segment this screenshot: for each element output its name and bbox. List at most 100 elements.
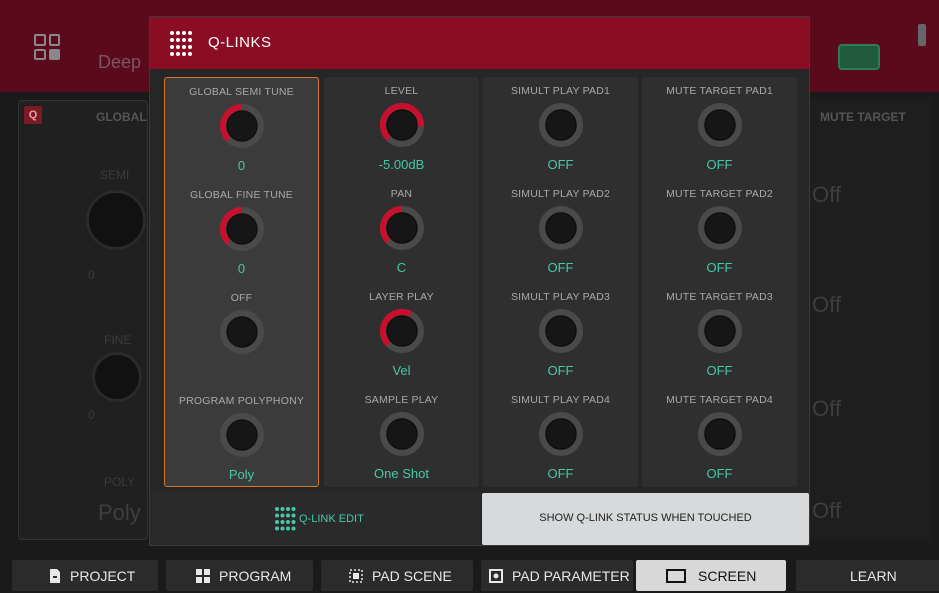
qlink-knob-cap: [226, 316, 257, 348]
qlink-knob-cap: [386, 418, 417, 450]
qlink-knob[interactable]: [218, 411, 266, 459]
qlink-knob[interactable]: [537, 307, 585, 355]
tab-pad-scene[interactable]: PAD SCENE: [321, 560, 473, 591]
qlink-parameter-value: One Shot: [374, 466, 429, 481]
qlink-knob[interactable]: [696, 307, 744, 355]
qlink-knob[interactable]: [218, 102, 266, 150]
tab-program[interactable]: PROGRAM: [166, 560, 313, 591]
show-qlink-status-toggle[interactable]: SHOW Q-LINK STATUS WHEN TOUCHED: [482, 493, 809, 545]
qlink-knob-cell[interactable]: MUTE TARGET PAD2 OFF: [642, 180, 797, 283]
qlink-knob[interactable]: [378, 307, 426, 355]
background-fine-label: FINE: [104, 333, 132, 347]
program-icon: [196, 569, 210, 583]
tab-project[interactable]: PROJECT: [12, 560, 158, 591]
tab-project-label: PROJECT: [70, 568, 136, 584]
tab-pad-parameter[interactable]: PAD PARAMETER: [481, 560, 633, 591]
qlink-knob-cell[interactable]: GLOBAL FINE TUNE 0: [165, 181, 318, 284]
qlink-knob[interactable]: [378, 410, 426, 458]
qlink-knob-cell[interactable]: PAN C: [324, 180, 479, 283]
qlink-knob-cell[interactable]: SIMULT PLAY PAD2 OFF: [483, 180, 638, 283]
qlink-knob-cell[interactable]: LAYER PLAY Vel: [324, 283, 479, 386]
qlink-edit-label: Q-LINK EDIT: [299, 513, 364, 525]
qlinks-title: Q-LINKS: [208, 34, 272, 51]
project-icon: [50, 569, 60, 583]
qlink-knob-cell[interactable]: LEVEL -5.00dB: [324, 77, 479, 180]
qlink-knob-cell[interactable]: SIMULT PLAY PAD3 OFF: [483, 283, 638, 386]
qlink-column-3[interactable]: SIMULT PLAY PAD1 OFF SIMULT PLAY PAD2 OFF SI…: [483, 77, 638, 487]
qlink-knob-cell[interactable]: SIMULT PLAY PAD4 OFF: [483, 386, 638, 489]
qlink-knob[interactable]: [696, 410, 744, 458]
qlink-parameter-label: PAN: [390, 188, 413, 200]
qlink-knob-cap: [226, 213, 257, 245]
qlink-parameter-value: Vel: [392, 363, 411, 378]
qlink-knob[interactable]: [696, 101, 744, 149]
qlink-knob-cap: [704, 315, 735, 347]
qlink-knob-cap: [545, 418, 576, 450]
qlink-knob[interactable]: [218, 308, 266, 356]
qlink-edit-button[interactable]: Q-LINK EDIT: [150, 493, 480, 545]
alert-icon: [918, 24, 926, 46]
qlink-knob-cap: [704, 418, 735, 450]
background-mute-target-header: MUTE TARGET: [820, 110, 906, 124]
background-fine-knob: [92, 352, 142, 402]
qlink-knob-cell[interactable]: MUTE TARGET PAD3 OFF: [642, 283, 797, 386]
tab-pad-parameter-label: PAD PARAMETER: [512, 568, 630, 584]
qlink-knob-cell[interactable]: MUTE TARGET PAD1 OFF: [642, 77, 797, 180]
qlink-knob-cell[interactable]: OFF: [165, 284, 318, 387]
background-mute-value-4: Off: [812, 498, 841, 523]
qlink-parameter-label: MUTE TARGET PAD3: [666, 291, 773, 303]
qlink-parameter-value: -5.00dB: [378, 157, 425, 172]
tab-learn[interactable]: LEARN: [796, 560, 939, 591]
background-poly-label: POLY: [104, 475, 136, 489]
qlink-parameter-label: PROGRAM POLYPHONY: [178, 395, 305, 407]
qlink-knob[interactable]: [537, 101, 585, 149]
qlink-parameter-value: OFF: [706, 260, 733, 275]
show-qlink-status-label: SHOW Q-LINK STATUS WHEN TOUCHED: [539, 512, 752, 524]
qlink-parameter-label: MUTE TARGET PAD1: [666, 85, 773, 97]
qlink-knob[interactable]: [378, 101, 426, 149]
tab-program-label: PROGRAM: [219, 568, 292, 584]
qlink-knob[interactable]: [537, 410, 585, 458]
qlink-parameter-value: OFF: [706, 466, 733, 481]
background-semi-value: 0: [88, 268, 95, 282]
qlink-knob-cap: [226, 110, 257, 142]
qlink-knob-cell[interactable]: SAMPLE PLAY One Shot: [324, 386, 479, 489]
background-poly-value: Poly: [98, 500, 141, 525]
tab-screen[interactable]: SCREEN: [636, 560, 786, 591]
qlink-knob-cap: [545, 315, 576, 347]
qlink-knob[interactable]: [378, 204, 426, 252]
qlink-column-1[interactable]: GLOBAL SEMI TUNE 0 GLOBAL FINE TUNE 0 OFF PRO…: [164, 77, 319, 487]
qlink-parameter-label: GLOBAL FINE TUNE: [190, 189, 293, 201]
qlink-knob-cell[interactable]: GLOBAL SEMI TUNE 0: [165, 78, 318, 181]
main-menu-icon: [34, 34, 60, 60]
qlink-parameter-label: SIMULT PLAY PAD2: [510, 188, 611, 200]
qlink-knob-cap: [386, 109, 417, 141]
qlink-knob-cell[interactable]: SIMULT PLAY PAD1 OFF: [483, 77, 638, 180]
qlink-parameter-value: OFF: [706, 157, 733, 172]
background-fine-value: 0: [88, 408, 95, 422]
background-global-header: GLOBAL: [96, 110, 147, 124]
qlink-knob-cap: [386, 315, 417, 347]
qlink-column-2[interactable]: LEVEL -5.00dB PAN C LAYER PLAY Vel SAMPLE PLAY…: [324, 77, 479, 487]
qlink-knob-cell[interactable]: MUTE TARGET PAD4 OFF: [642, 386, 797, 489]
background-mute-value-2: Off: [812, 292, 841, 317]
qlink-column-4[interactable]: MUTE TARGET PAD1 OFF MUTE TARGET PAD2 OFF MU…: [642, 77, 797, 487]
background-mute-value-3: Off: [812, 396, 841, 421]
qlink-parameter-label: MUTE TARGET PAD4: [666, 394, 773, 406]
qlink-knob[interactable]: [696, 204, 744, 252]
qlink-edit-icon: [275, 507, 296, 531]
bottom-tab-bar: PROJECT PROGRAM PAD SCENE PAD PARAMETER …: [0, 560, 939, 593]
qlink-parameter-value: Poly: [228, 467, 255, 482]
qlink-parameter-value: OFF: [547, 260, 574, 275]
qlink-knob[interactable]: [537, 204, 585, 252]
qlink-knob-cap: [386, 212, 417, 244]
qlink-parameter-value: OFF: [547, 157, 574, 172]
background-mute-target-panel: [810, 100, 930, 540]
qlink-parameter-value: OFF: [547, 363, 574, 378]
qlink-parameter-value: 0: [237, 158, 246, 173]
qlink-parameter-value: 0: [237, 261, 246, 276]
qlink-parameter-label: SIMULT PLAY PAD1: [510, 85, 611, 97]
background-q-tag: Q: [24, 106, 42, 124]
qlink-knob-cell[interactable]: PROGRAM POLYPHONY Poly: [165, 387, 318, 490]
qlink-knob[interactable]: [218, 205, 266, 253]
